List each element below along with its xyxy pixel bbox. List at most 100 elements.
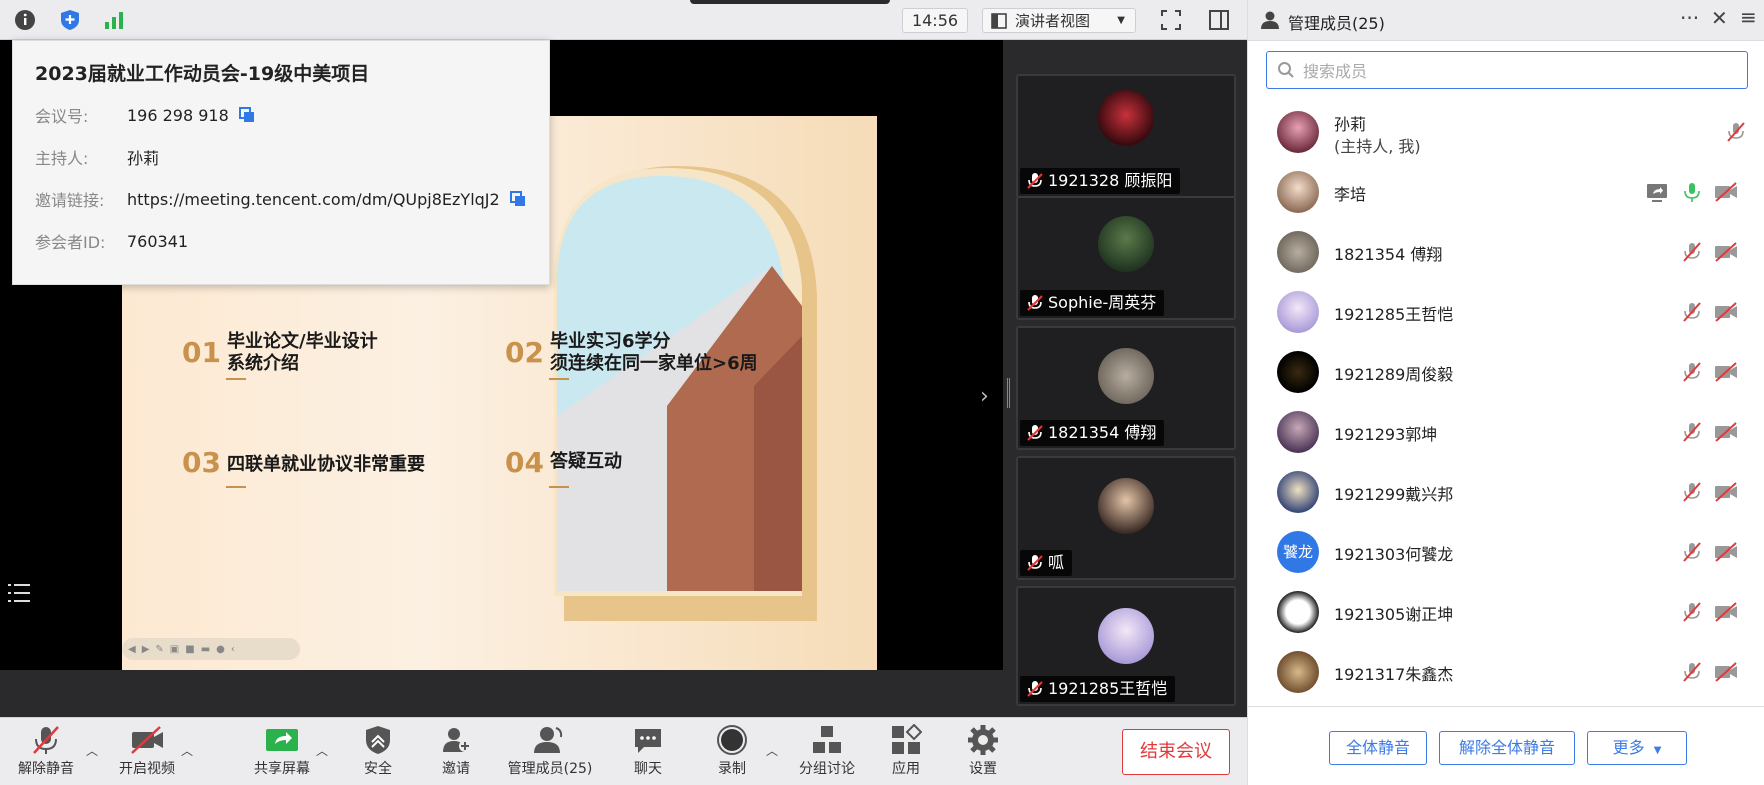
more-icon[interactable]: ●: [216, 644, 225, 655]
chevron-up-icon[interactable]: ︿: [766, 742, 778, 759]
video-tile[interactable]: Sophie-周英芬: [1016, 196, 1236, 320]
fullscreen-icon[interactable]: [1158, 7, 1184, 33]
breakout-icon: [813, 726, 841, 753]
mic-on-icon[interactable]: [1682, 181, 1702, 203]
chevron-up-icon[interactable]: ︿: [316, 742, 328, 759]
member-name: 1821354 傅翔: [1334, 245, 1443, 264]
video-off-icon[interactable]: [1714, 601, 1738, 623]
screen-icon[interactable]: ▣: [170, 644, 179, 655]
member-row[interactable]: 1921317朱鑫杰: [1248, 642, 1764, 702]
search-placeholder: 搜索成员: [1303, 62, 1368, 81]
video-off-icon[interactable]: [1714, 421, 1738, 443]
sidebar-toggle-icon[interactable]: [1206, 7, 1232, 33]
video-tile[interactable]: 1921328 顾振阳: [1016, 74, 1236, 198]
list-menu-icon[interactable]: [6, 580, 32, 606]
member-row[interactable]: 孙莉 (主持人, 我): [1248, 102, 1764, 162]
video-tile[interactable]: 呱: [1016, 456, 1236, 580]
slide-playback-controls[interactable]: ◀ ▶ ✎ ▣ ■ ▬ ● ‹: [122, 638, 300, 660]
member-name: 1921303何饕龙: [1334, 545, 1454, 564]
settings-button[interactable]: 设置: [943, 724, 1023, 778]
more-dropdown-button[interactable]: 更多 ▼: [1587, 731, 1687, 765]
video-tile-label: 1921328 顾振阳: [1048, 171, 1173, 190]
member-row[interactable]: 李培: [1248, 162, 1764, 222]
avatar: [1277, 591, 1319, 633]
apps-button[interactable]: 应用: [866, 724, 946, 778]
mic-muted-icon[interactable]: [1682, 421, 1702, 443]
manage-members-button[interactable]: 管理成员(25): [500, 724, 600, 778]
mic-muted-icon[interactable]: [1682, 241, 1702, 263]
member-name: 1921299戴兴邦: [1334, 485, 1454, 504]
mic-muted-icon[interactable]: [1682, 661, 1702, 683]
more-options-icon[interactable]: ···: [1680, 6, 1699, 30]
mute-all-button[interactable]: 全体静音: [1329, 731, 1427, 765]
meeting-id-value: 196 298 918: [127, 105, 229, 125]
video-off-icon[interactable]: [1714, 361, 1738, 383]
member-row[interactable]: 1921305谢正坤: [1248, 582, 1764, 642]
video-off-icon[interactable]: [1714, 241, 1738, 263]
avatar: [1098, 348, 1154, 404]
mic-muted-icon[interactable]: [1682, 301, 1702, 323]
chevron-left-icon[interactable]: ‹: [231, 644, 235, 655]
chevron-up-icon[interactable]: ︿: [181, 742, 193, 759]
pen-icon[interactable]: ✎: [155, 644, 163, 655]
member-name: 1921317朱鑫杰: [1334, 665, 1454, 684]
signal-icon[interactable]: [101, 7, 127, 33]
video-off-icon[interactable]: [1714, 481, 1738, 503]
security-button[interactable]: 安全: [338, 724, 418, 778]
info-icon[interactable]: [12, 7, 38, 33]
mic-muted-icon[interactable]: [1726, 121, 1746, 143]
record-label: 录制: [718, 761, 746, 777]
mic-muted-icon[interactable]: [1682, 541, 1702, 563]
member-search-input[interactable]: 搜索成员: [1266, 51, 1748, 89]
unmute-button[interactable]: 解除静音: [6, 724, 86, 778]
unmute-all-button[interactable]: 解除全体静音: [1439, 731, 1575, 765]
invite-button[interactable]: 邀请: [416, 724, 496, 778]
member-row[interactable]: 饕龙 1921303何饕龙: [1248, 522, 1764, 582]
avatar: [1098, 608, 1154, 664]
mic-muted-icon[interactable]: [1682, 601, 1702, 623]
member-row[interactable]: 1921293郭坤: [1248, 402, 1764, 462]
end-meeting-button[interactable]: 结束会议: [1122, 729, 1230, 775]
unmute-label: 解除静音: [18, 761, 74, 777]
chevron-up-icon[interactable]: ︿: [86, 742, 98, 759]
close-icon[interactable]: ✕: [1711, 6, 1728, 30]
member-row[interactable]: 1921299戴兴邦: [1248, 462, 1764, 522]
slide-item-number: 02: [505, 336, 544, 369]
copy-icon[interactable]: [509, 191, 526, 207]
view-mode-dropdown[interactable]: 演讲者视图 ▼: [982, 8, 1136, 33]
window-notch: [690, 0, 890, 4]
invite-link-value[interactable]: https://meeting.tencent.com/dm/QUpj8EzYl…: [127, 190, 500, 209]
mic-muted-icon[interactable]: [1682, 361, 1702, 383]
video-off-icon[interactable]: [1714, 541, 1738, 563]
meeting-id-row: 会议号: 196 298 918: [35, 103, 255, 127]
menu-icon[interactable]: ≡: [1740, 5, 1757, 29]
screen-share-icon[interactable]: [1646, 181, 1668, 203]
breakout-rooms-button[interactable]: 分组讨论: [787, 724, 867, 778]
member-row[interactable]: 1921289周俊毅: [1248, 342, 1764, 402]
share-screen-button[interactable]: 共享屏幕: [242, 724, 322, 778]
record-button[interactable]: 录制: [692, 724, 772, 778]
next-icon[interactable]: ▶: [142, 644, 150, 655]
comment-icon[interactable]: ▬: [201, 644, 210, 655]
security-shield-icon[interactable]: [57, 7, 83, 33]
video-icon[interactable]: ■: [185, 644, 194, 655]
video-off-icon[interactable]: [1714, 301, 1738, 323]
copy-icon[interactable]: [238, 107, 255, 123]
prev-icon[interactable]: ◀: [128, 644, 136, 655]
member-row[interactable]: 1921285王哲恺: [1248, 282, 1764, 342]
strip-resize-handle[interactable]: [1007, 378, 1010, 408]
member-row[interactable]: 1821354 傅翔: [1248, 222, 1764, 282]
video-tile[interactable]: 1821354 傅翔: [1016, 326, 1236, 450]
record-icon: [717, 725, 747, 755]
video-tile[interactable]: 1921285王哲恺: [1016, 586, 1236, 706]
slide-item-underline: [226, 378, 246, 380]
chat-button[interactable]: 聊天: [608, 724, 688, 778]
mic-muted-icon: [1027, 681, 1043, 697]
more-label: 更多: [1612, 738, 1645, 757]
video-off-icon[interactable]: [1714, 661, 1738, 683]
video-off-icon[interactable]: [1714, 181, 1738, 203]
members-panel-header: 管理成员(25) ··· ✕ ≡: [1248, 0, 1764, 41]
start-video-button[interactable]: 开启视频: [107, 724, 187, 778]
chevron-right-icon[interactable]: ›: [980, 384, 989, 409]
mic-muted-icon[interactable]: [1682, 481, 1702, 503]
